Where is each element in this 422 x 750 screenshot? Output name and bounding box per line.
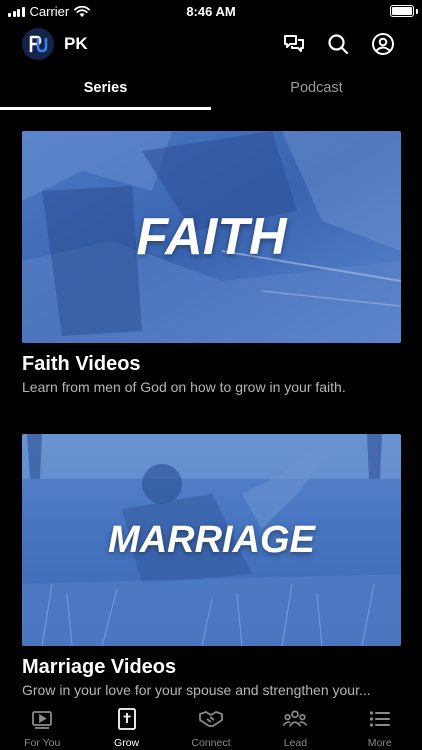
nav-lead[interactable]: Lead — [253, 703, 337, 750]
battery-icon — [390, 5, 414, 17]
group-icon — [282, 707, 308, 731]
nav-more[interactable]: More — [338, 703, 422, 750]
series-thumbnail-faith[interactable]: FAITH — [22, 131, 401, 343]
nav-label-grow: Grow — [114, 737, 140, 749]
status-time: 8:46 AM — [186, 4, 236, 19]
series-card-faith[interactable]: FAITH Faith Videos Learn from men of God… — [22, 131, 401, 395]
series-title-marriage[interactable]: Marriage Videos — [22, 656, 401, 679]
series-overlay-faith: FAITH — [136, 208, 287, 266]
series-title-faith[interactable]: Faith Videos — [22, 353, 401, 376]
header-title: PK — [64, 34, 88, 53]
play-screen-icon — [29, 707, 55, 731]
list-icon — [367, 707, 393, 731]
series-description-faith: Learn from men of God on how to grow in … — [22, 379, 346, 395]
nav-label-more: More — [367, 737, 392, 749]
handshake-icon — [198, 707, 224, 731]
series-thumbnail-marriage[interactable]: MARRIAGE — [22, 434, 401, 646]
profile-icon[interactable] — [370, 31, 396, 57]
app-header: PK — [0, 26, 422, 62]
logo-mark-icon — [29, 35, 48, 53]
search-icon[interactable] — [325, 31, 351, 57]
series-overlay-marriage: MARRIAGE — [108, 518, 315, 561]
nav-grow[interactable]: Grow — [84, 703, 168, 750]
bible-icon — [114, 707, 140, 731]
chat-icon[interactable] — [281, 31, 307, 57]
tab-series[interactable]: Series — [0, 72, 211, 110]
tab-indicator — [0, 107, 211, 110]
nav-connect[interactable]: Connect — [169, 703, 253, 750]
nav-label-for-you: For You — [24, 737, 61, 749]
nav-label-lead: Lead — [283, 737, 308, 749]
series-description-marriage: Grow in your love for your spouse and st… — [22, 682, 371, 698]
nav-label-connect: Connect — [191, 737, 231, 749]
series-card-marriage[interactable]: MARRIAGE Marriage Videos Grow in your lo… — [22, 434, 401, 698]
tab-podcast[interactable]: Podcast — [211, 72, 422, 110]
tab-bar: Series Podcast — [0, 72, 422, 110]
battery-nub — [416, 9, 418, 14]
nav-for-you[interactable]: For You — [0, 703, 84, 750]
app-logo[interactable] — [22, 28, 54, 60]
bottom-nav: For You Grow Connect Lead More — [0, 703, 422, 750]
status-bar: Carrier 8:46 AM — [0, 0, 422, 24]
